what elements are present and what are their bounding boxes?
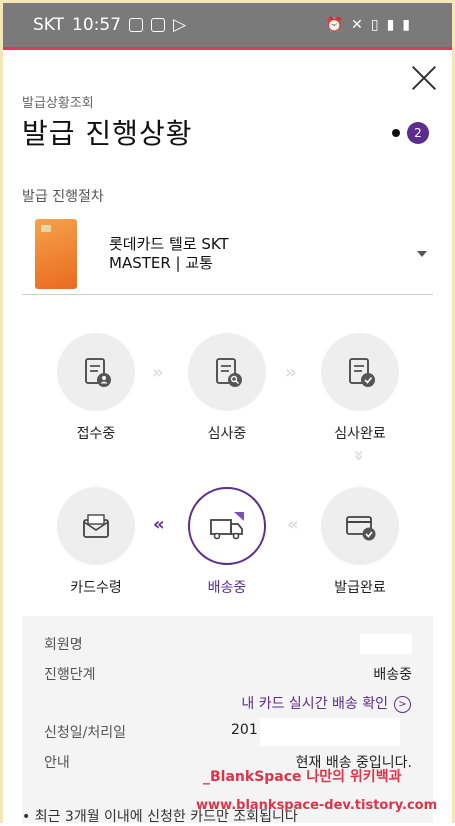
brand-line — [3, 47, 452, 50]
close-button[interactable] — [410, 64, 438, 92]
arrow-icon: « — [287, 514, 299, 535]
guide-label: 안내 — [44, 755, 70, 771]
card-name-line1: 롯데카드 텔로 SKT — [109, 235, 229, 253]
card-image — [35, 219, 77, 289]
lte-icon: ▯ — [370, 17, 379, 33]
watermark-title: _BlankSpace 나만의 위키백과 — [203, 769, 402, 785]
stage-row: 진행단계 배송중 — [44, 664, 412, 684]
section-label: 발급 진행절차 — [22, 189, 104, 205]
page-title: 발급 진행상황 — [22, 117, 193, 150]
watermark-url: www.blankspace-dev.tistory.com — [196, 798, 438, 813]
step-label-shipping: 배송중 — [207, 580, 247, 596]
member-label: 회원명 — [44, 637, 83, 653]
step-label-review-done: 심사완료 — [334, 426, 386, 442]
notification-icon — [129, 18, 144, 32]
stage-value: 배송중 — [373, 667, 412, 683]
arrow-active-icon: « — [153, 514, 165, 535]
date-row: 신청일/처리일 201 — [44, 718, 412, 746]
arrow-down-icon: » — [348, 449, 370, 462]
envelope-icon — [83, 514, 109, 538]
mute-icon: ✕ — [351, 17, 363, 33]
date-label: 신청일/처리일 — [44, 725, 126, 741]
clock: 10:57 — [72, 15, 122, 35]
arrow-icon: » — [285, 362, 297, 383]
member-row: 회원명 — [44, 634, 412, 654]
track-delivery-link[interactable]: 내 카드 실시간 배송 확인 > — [22, 693, 411, 713]
step-label-received: 접수중 — [76, 426, 116, 442]
doc-user-icon — [85, 358, 111, 387]
battery-icon: ▮ — [402, 17, 410, 33]
page-indicator[interactable]: 2 — [392, 122, 429, 144]
step-received — [57, 333, 135, 411]
chevron-down-icon — [417, 251, 427, 257]
step-review-done — [321, 333, 399, 411]
alarm-icon: ⏰ — [325, 17, 344, 33]
step-label-issued: 발급완료 — [334, 580, 386, 596]
chevron-right-icon: > — [394, 695, 411, 713]
truck-icon — [210, 512, 244, 540]
stage-label: 진행단계 — [44, 667, 96, 683]
carrier-label: SKT — [33, 15, 65, 35]
page-badge[interactable]: 2 — [407, 122, 429, 144]
step-card-received — [57, 487, 135, 565]
play-icon: ▷ — [173, 15, 187, 35]
page-dot[interactable] — [392, 129, 400, 137]
doc-search-icon — [216, 358, 242, 387]
member-value-masked — [360, 634, 412, 654]
card-name: 롯데카드 텔로 SKT MASTER | 교통 — [109, 235, 229, 273]
date-value: 201 — [231, 722, 258, 738]
date-value-masked — [259, 718, 400, 746]
track-delivery-label: 내 카드 실시간 배송 확인 — [241, 696, 388, 712]
info-panel: 회원명 진행단계 배송중 내 카드 실시간 배송 확인 > 신청일/처리일 201… — [22, 616, 433, 823]
step-label-card-received: 카드수령 — [70, 580, 122, 596]
step-reviewing — [188, 333, 266, 411]
status-bar: SKT 10:57 ▷ ⏰ ✕ ▯ ▮ ▮ — [3, 3, 452, 47]
card-select-dropdown[interactable]: 롯데카드 텔로 SKT MASTER | 교통 — [22, 214, 433, 295]
breadcrumb: 발급상황조회 — [22, 96, 94, 111]
card-name-line2: MASTER | 교통 — [109, 254, 213, 272]
step-issued — [321, 487, 399, 565]
signal-icon: ▮ — [386, 17, 395, 33]
doc-check-icon — [349, 358, 375, 387]
arrow-icon: » — [152, 362, 164, 383]
card-check-icon — [346, 516, 376, 541]
app-notification-icon — [151, 18, 166, 32]
step-label-reviewing: 심사중 — [207, 426, 247, 442]
step-shipping — [188, 487, 266, 565]
